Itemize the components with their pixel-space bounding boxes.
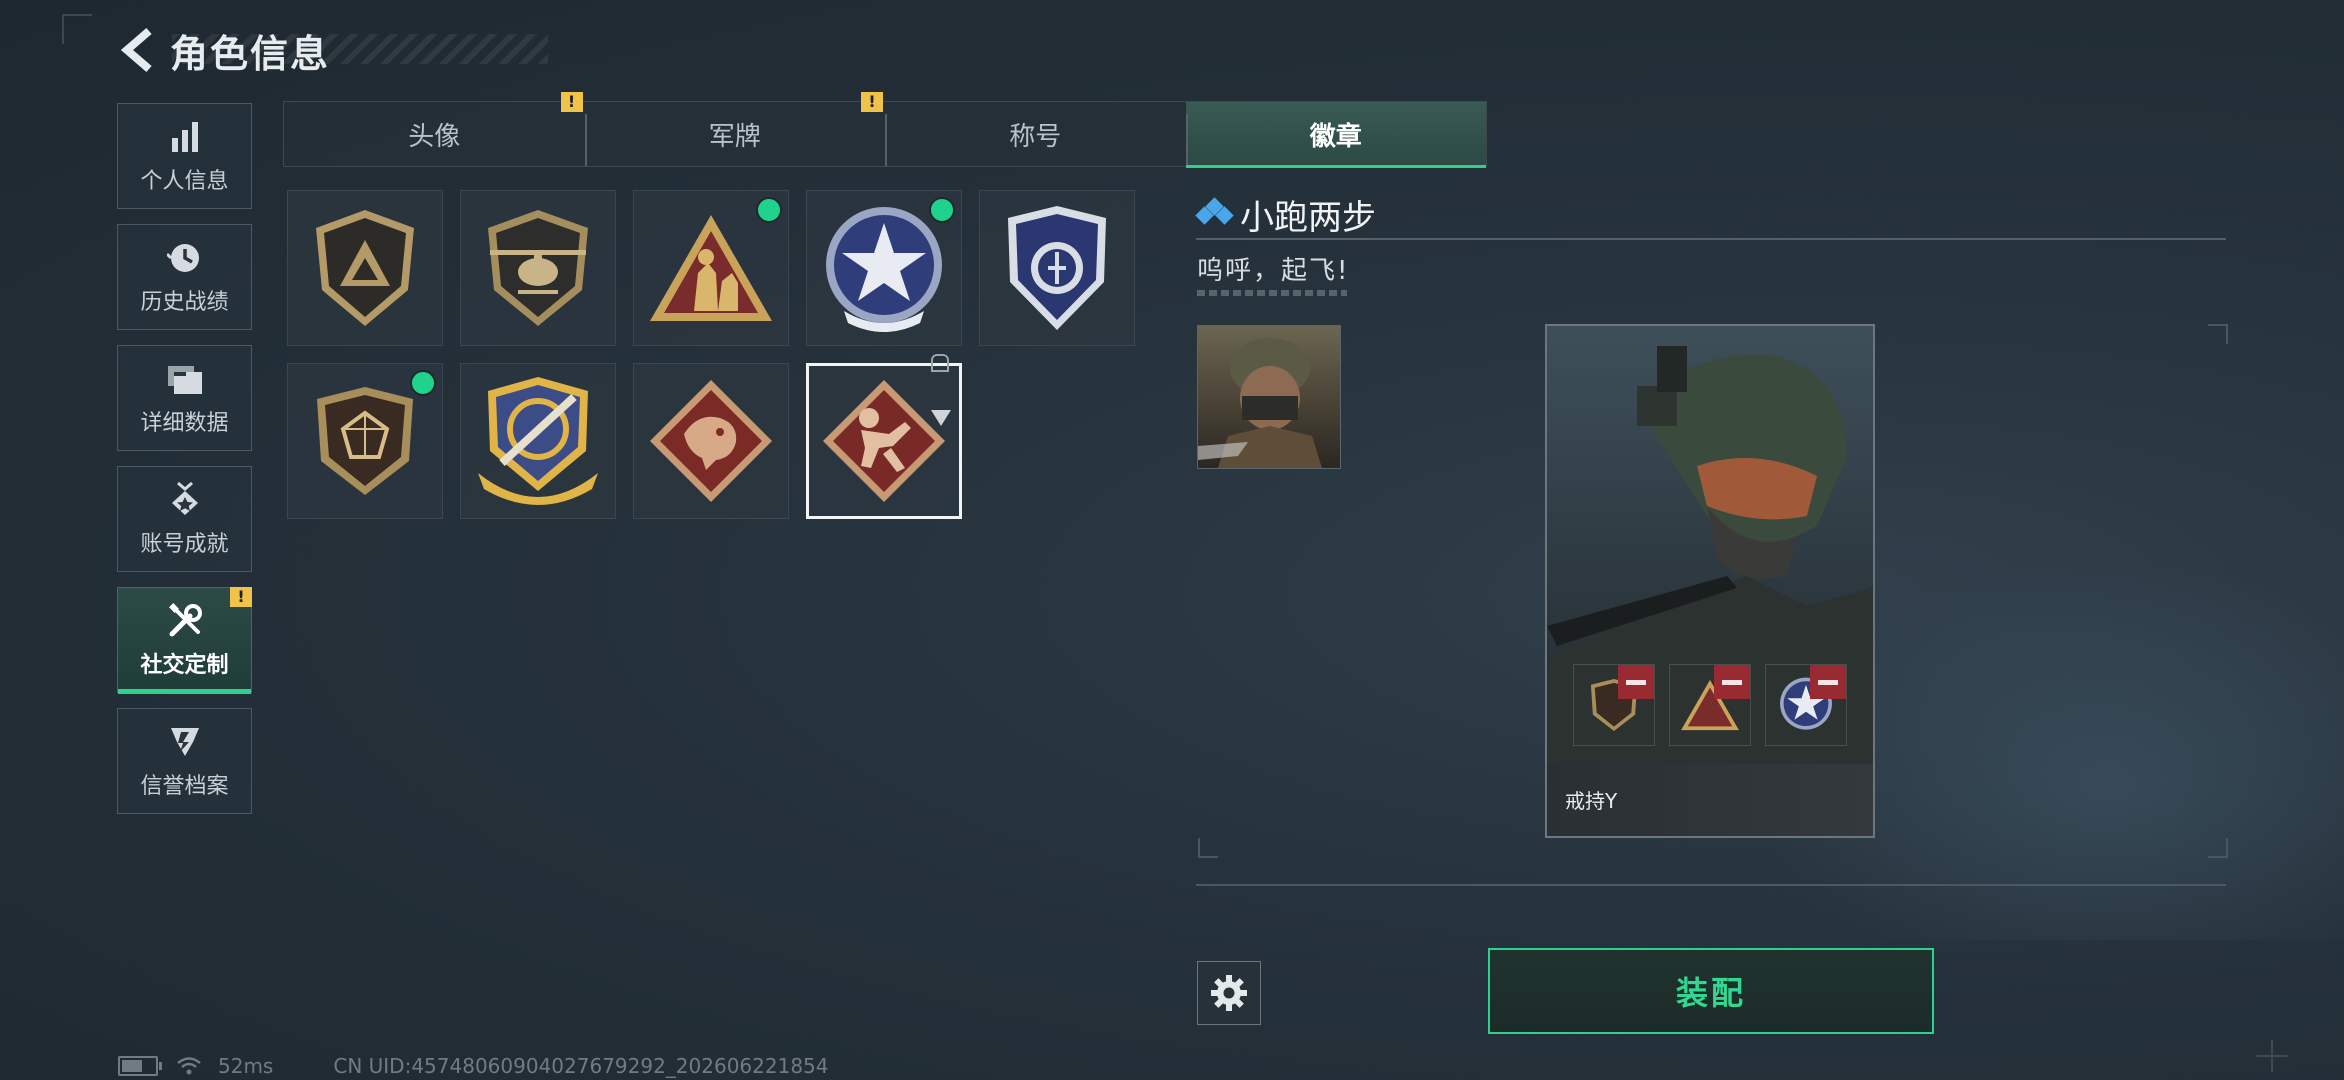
equip-button[interactable]: 装配 xyxy=(1488,948,1934,1034)
motto-underline xyxy=(1197,290,1347,296)
tab-badge[interactable]: 徽章 xyxy=(1185,102,1486,168)
player-card[interactable]: 戒持Y xyxy=(1545,324,1875,838)
helicopter-badge-icon xyxy=(488,210,588,326)
dragon-diamond-badge-icon xyxy=(650,380,772,502)
status-bar: 52ms CN UID:45748060904027679292_2026062… xyxy=(118,1054,829,1078)
achievement-icon xyxy=(165,480,205,520)
card-player-name: 戒持Y xyxy=(1565,789,1618,813)
sidebar-item-label: 历史战绩 xyxy=(140,290,229,315)
tab-label: 称号 xyxy=(1009,121,1062,152)
bar-chart-icon xyxy=(165,117,205,157)
warning-badge: ! xyxy=(230,587,252,607)
equipped-indicator xyxy=(410,370,436,396)
profile-header: 小跑两步 xyxy=(1195,190,1376,239)
badge-slot-star-crest[interactable] xyxy=(806,190,962,346)
gem-shield-badge-icon xyxy=(317,387,413,495)
tab-label: 军牌 xyxy=(708,121,761,152)
sidebar-item-personal-info[interactable]: 个人信息 xyxy=(117,103,252,209)
badge-slot-blue-shield[interactable] xyxy=(979,190,1135,346)
equipped-indicator xyxy=(929,197,955,223)
gear-icon xyxy=(1211,975,1247,1011)
sidebar-item-detailed-data[interactable]: 详细数据 xyxy=(117,345,252,451)
equipped-badge-slot[interactable] xyxy=(1573,664,1655,746)
equipped-badges xyxy=(1573,664,1847,746)
equipped-indicator xyxy=(756,197,782,223)
user-uid: CN UID:45748060904027679292_202606221854 xyxy=(333,1054,829,1078)
page-title: 角色信息 xyxy=(170,31,331,76)
tools-icon xyxy=(165,601,205,641)
sidebar-item-achievements[interactable]: 账号成就 xyxy=(117,466,252,572)
runner-diamond-badge-icon xyxy=(823,380,945,502)
reputation-icon xyxy=(165,722,205,762)
player-avatar[interactable] xyxy=(1197,325,1341,469)
badge-slot-dragon-diamond[interactable] xyxy=(633,363,789,519)
ping-value: 52ms xyxy=(218,1054,274,1078)
remove-badge-button[interactable] xyxy=(1810,665,1846,699)
card-footer: 戒持Y xyxy=(1547,764,1873,836)
sidebar-item-label: 详细数据 xyxy=(140,411,229,436)
remove-badge-button[interactable] xyxy=(1618,665,1654,699)
history-icon xyxy=(165,238,205,278)
rifle-crest-badge-icon xyxy=(478,377,598,505)
frame-corner xyxy=(1198,838,1218,858)
divider xyxy=(1196,884,2226,886)
sidebar: 个人信息 历史战绩 详细数据 账号成就 ! 社交定制 信誉档案 xyxy=(117,103,254,829)
settings-button[interactable] xyxy=(1197,961,1261,1025)
page-header: 角色信息 xyxy=(118,22,330,78)
sidebar-item-label: 社交定制 xyxy=(140,653,229,678)
triangle-shield-badge-icon xyxy=(316,210,414,326)
back-arrow-icon xyxy=(120,27,152,73)
badge-slot-rifle-crest[interactable] xyxy=(460,363,616,519)
soldiers-triangle-badge-icon xyxy=(650,215,772,321)
tab-label: 徽章 xyxy=(1309,121,1362,152)
equipped-badge-slot[interactable] xyxy=(1765,664,1847,746)
divider xyxy=(1196,238,2226,240)
tab-avatar[interactable]: 头像 ! xyxy=(284,92,585,166)
badge-slot-triangle-shield[interactable] xyxy=(287,190,443,346)
rank-diamonds-icon xyxy=(1195,196,1234,230)
player-name: 小跑两步 xyxy=(1240,198,1376,238)
badge-slot-runner-diamond[interactable] xyxy=(806,354,962,519)
soldier-portrait-image xyxy=(1198,338,1322,468)
player-motto: 呜呼，起飞! xyxy=(1197,256,1350,286)
frame-corner xyxy=(2208,838,2228,858)
sidebar-item-social-custom[interactable]: ! 社交定制 xyxy=(117,587,252,694)
sidebar-item-label: 个人信息 xyxy=(140,169,229,194)
badge-slot-soldiers-triangle[interactable] xyxy=(633,190,789,346)
sidebar-item-history[interactable]: 历史战绩 xyxy=(117,224,252,330)
remove-badge-button[interactable] xyxy=(1714,665,1750,699)
battery-icon xyxy=(118,1056,162,1076)
equipped-badge-slot[interactable] xyxy=(1669,664,1751,746)
folders-icon xyxy=(165,359,205,399)
warning-badge: ! xyxy=(560,92,583,112)
sidebar-item-reputation[interactable]: 信誉档案 xyxy=(117,708,252,814)
sidebar-item-label: 信誉档案 xyxy=(140,774,229,799)
tab-dog-tag[interactable]: 军牌 ! xyxy=(584,92,886,166)
corner-decoration xyxy=(62,14,92,44)
lock-icon xyxy=(931,354,949,372)
frame-corner xyxy=(2208,324,2228,344)
back-button[interactable] xyxy=(118,26,158,74)
tab-label: 头像 xyxy=(408,121,461,152)
warning-badge: ! xyxy=(861,92,883,112)
badge-slot-gem-shield[interactable] xyxy=(287,363,443,519)
crosshair-decoration xyxy=(2256,1040,2288,1072)
blue-shield-badge-icon xyxy=(1008,206,1106,330)
badge-slot-helicopter[interactable] xyxy=(460,190,616,346)
sidebar-item-label: 账号成就 xyxy=(140,532,229,557)
customization-tabs: 头像 ! 军牌 ! 称号 徽章 xyxy=(283,92,1487,168)
wifi-icon xyxy=(177,1057,201,1075)
star-crest-badge-icon xyxy=(826,207,942,332)
tab-title[interactable]: 称号 xyxy=(885,102,1186,166)
